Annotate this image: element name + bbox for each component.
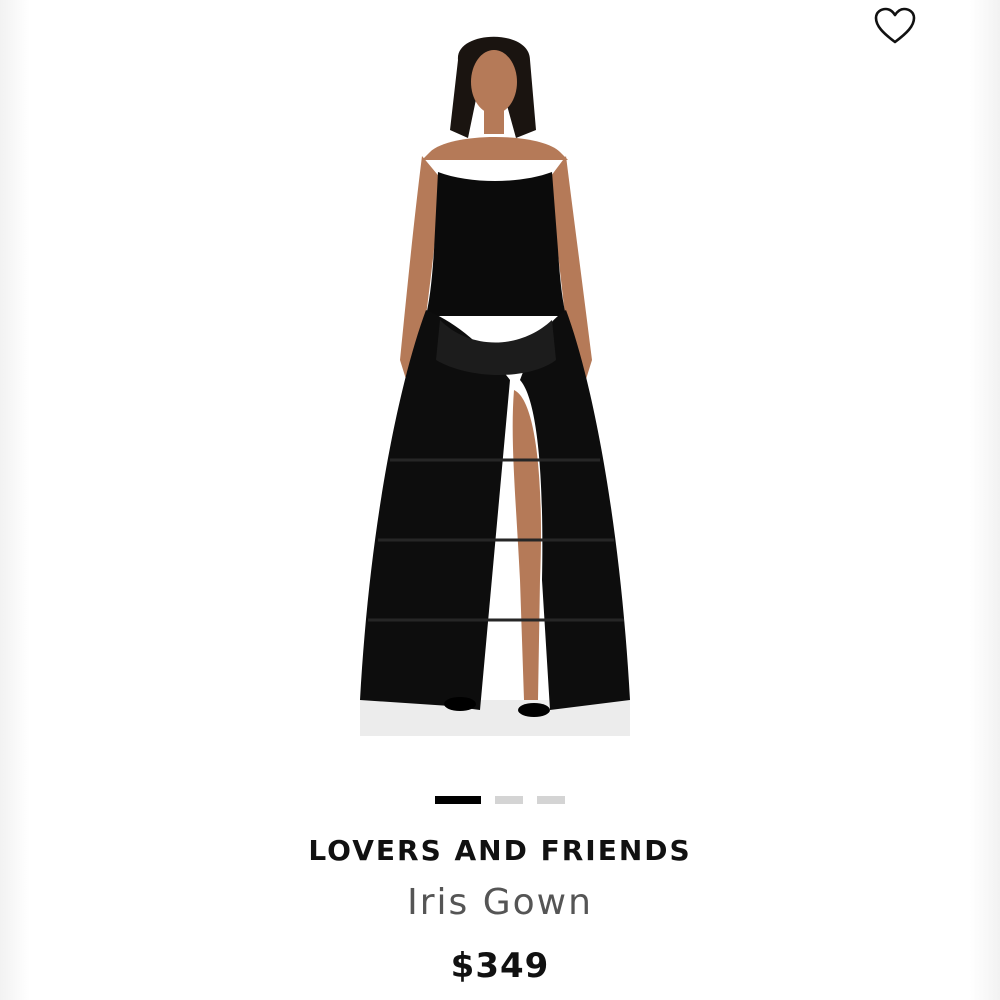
floor-shadow: [360, 700, 630, 736]
carousel-dot-1[interactable]: [435, 796, 481, 804]
wishlist-button[interactable]: [872, 4, 918, 48]
neck: [484, 108, 504, 134]
product-page: LOVERS AND FRIENDS Iris Gown $349: [0, 0, 1000, 1000]
left-shoe: [444, 697, 476, 711]
shoulders: [422, 137, 568, 160]
right-shoe: [518, 703, 550, 717]
image-carousel-indicator: [0, 796, 1000, 804]
face: [471, 50, 517, 114]
heart-icon: [874, 7, 916, 44]
product-price: $349: [450, 946, 550, 986]
bodice: [426, 172, 566, 316]
model-in-gown-illustration: [360, 36, 630, 736]
product-brand[interactable]: LOVERS AND FRIENDS: [0, 834, 1000, 867]
leg: [512, 390, 541, 700]
product-image[interactable]: [330, 20, 660, 740]
carousel-dot-2[interactable]: [495, 796, 523, 804]
product-name[interactable]: Iris Gown: [0, 882, 1000, 923]
carousel-dot-3[interactable]: [537, 796, 565, 804]
